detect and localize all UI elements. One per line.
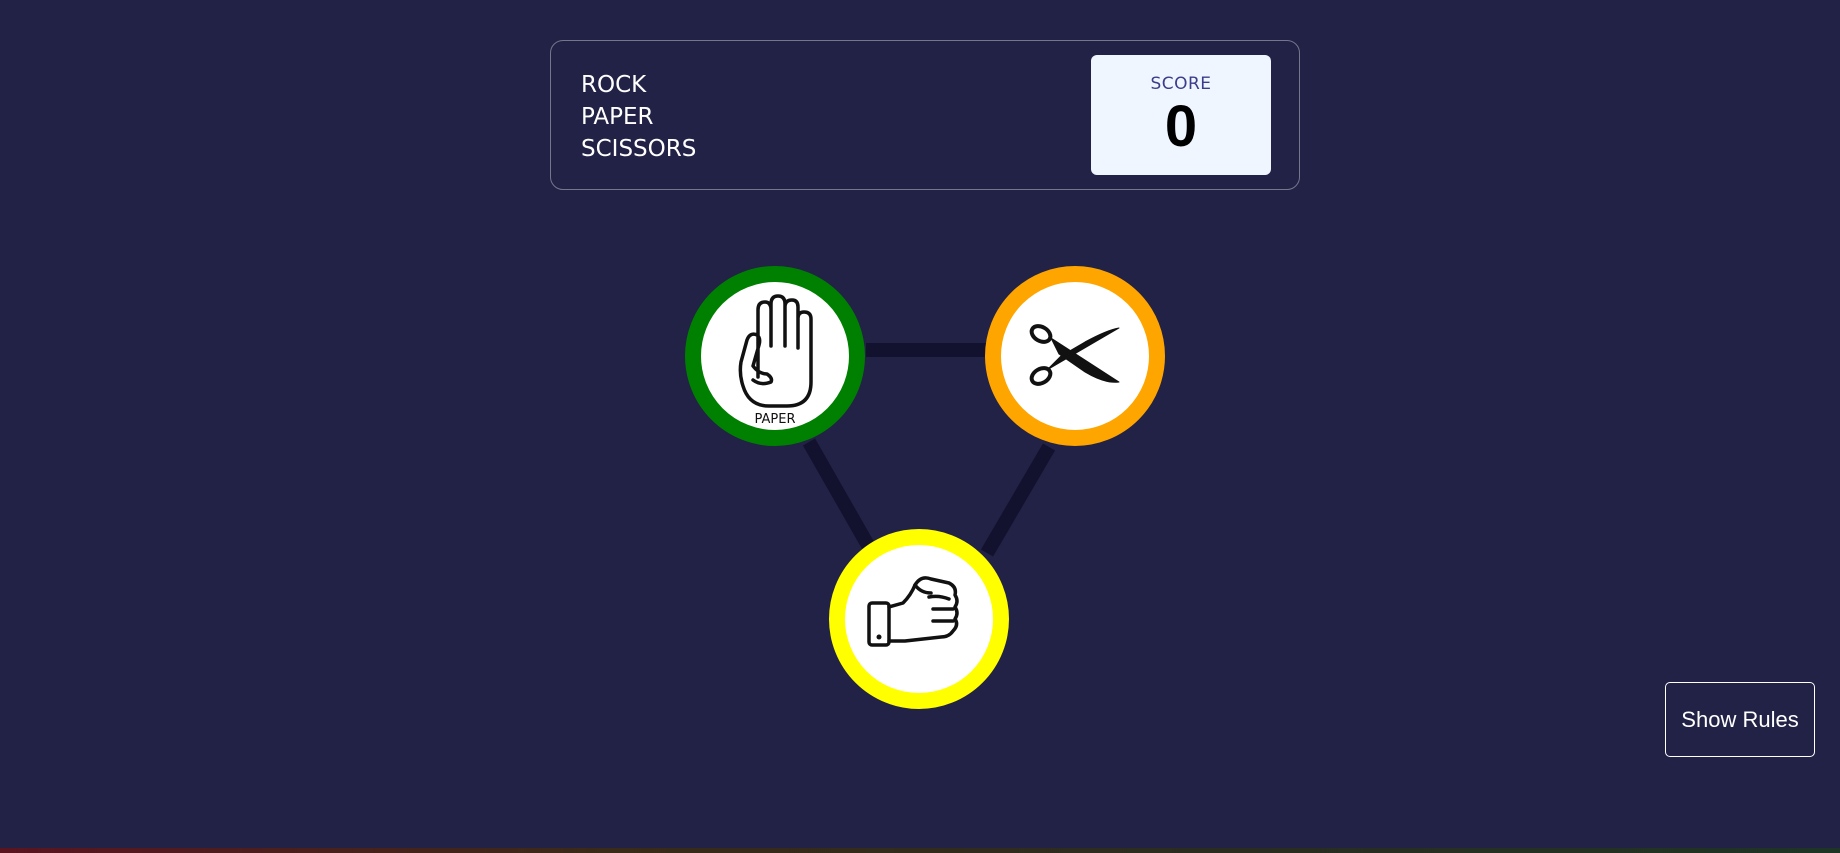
rock-choice-button[interactable] bbox=[829, 529, 1009, 709]
hand-icon bbox=[738, 294, 813, 408]
scissors-icon bbox=[1029, 324, 1120, 386]
scissors-choice-button[interactable] bbox=[985, 266, 1165, 446]
choice-connectors bbox=[802, 343, 1056, 557]
fist-icon bbox=[867, 576, 959, 647]
paper-caption: PAPER bbox=[754, 412, 796, 427]
bottom-stripe bbox=[0, 848, 1840, 853]
paper-choice-button[interactable]: PAPER bbox=[685, 266, 865, 446]
show-rules-button[interactable]: Show Rules bbox=[1665, 682, 1815, 757]
game-page: ROCK PAPER SCISSORS SCORE 0 PAPER Show R… bbox=[0, 0, 1840, 853]
connector-scissors-rock bbox=[980, 443, 1056, 557]
connector-paper-rock bbox=[802, 438, 876, 551]
